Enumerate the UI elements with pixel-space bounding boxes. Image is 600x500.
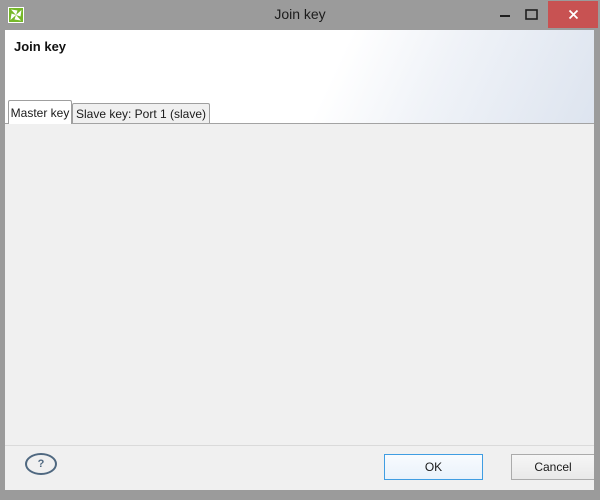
ok-button[interactable]: OK [384,454,483,480]
maximize-button[interactable] [518,0,544,29]
tab-content [5,123,594,445]
tab-master-key[interactable]: Master key [8,100,72,124]
tab-label: Slave key: Port 1 (slave) [76,107,206,121]
tab-label: Master key [11,106,70,120]
dialog-title: Join key [14,39,66,54]
tab-slave-key[interactable]: Slave key: Port 1 (slave) [72,103,210,123]
button-bar: ? OK Cancel [5,445,594,490]
window-border-right [594,30,600,500]
close-button[interactable] [548,1,598,28]
maximize-icon [525,9,538,20]
minimize-icon [499,9,511,21]
cancel-button[interactable]: Cancel [511,454,595,480]
help-button[interactable]: ? [25,453,57,475]
close-icon [568,9,579,20]
titlebar: Join key [0,0,600,30]
minimize-button[interactable] [492,0,518,29]
window-border-bottom [0,490,600,500]
help-icon: ? [38,458,45,470]
join-key-dialog: Join key Join key Master key Slave key: … [0,0,600,500]
